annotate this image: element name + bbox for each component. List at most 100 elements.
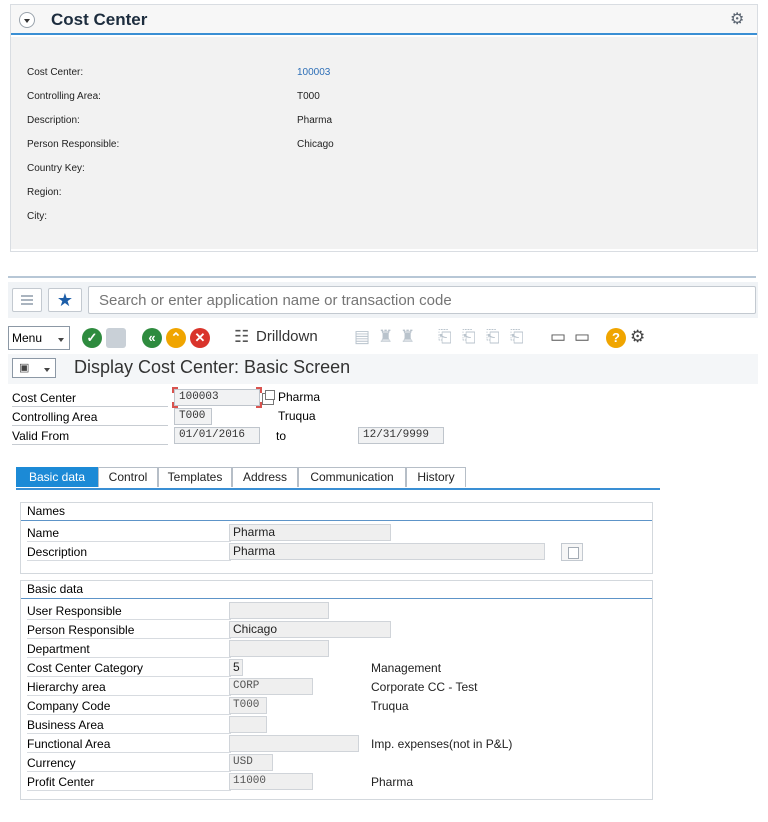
view-selector-button[interactable]: ▣	[12, 358, 56, 378]
tab-communication[interactable]: Communication	[298, 467, 406, 487]
group-divider	[21, 520, 652, 521]
functional-area-field[interactable]	[229, 735, 359, 752]
check-icon[interactable]: ✓	[82, 328, 102, 348]
last-page-icon[interactable]: ⎗	[510, 326, 524, 348]
card-header: Cost Center ⚙	[11, 5, 757, 35]
next-page-icon[interactable]: ⎗	[486, 326, 500, 348]
find-icon[interactable]: ♜	[378, 326, 393, 348]
hierarchy-area-field[interactable]: CORP	[229, 678, 313, 695]
company-code-desc: Truqua	[371, 699, 409, 713]
tab-underline	[16, 488, 660, 490]
title-row: ▣ Display Cost Center: Basic Screen	[8, 354, 758, 384]
label-cost-center-category: Cost Center Category	[27, 659, 231, 677]
focus-corner-tl	[172, 387, 178, 393]
controlling-area-field[interactable]: T000	[174, 408, 212, 425]
card-value-controlling-area: T000	[297, 91, 320, 102]
document-icon[interactable]	[561, 543, 583, 561]
menu-list-button[interactable]	[12, 288, 42, 312]
menu-button[interactable]: Menu	[8, 326, 70, 350]
description-field[interactable]: Pharma	[229, 543, 545, 560]
view-icon: ▣	[19, 362, 30, 374]
list-icon	[21, 295, 33, 297]
search-bar: ★	[8, 282, 758, 318]
hierarchy-area-desc: Corporate CC - Test	[371, 680, 478, 694]
card-title: Cost Center	[51, 10, 148, 29]
names-group: Names Name Pharma Description Pharma	[20, 502, 653, 574]
card-value-cost-center[interactable]: 100003	[297, 67, 330, 78]
toolbar: Menu ✓ « ⌃ ✕ ☷ Drilldown ▤ ♜ ♜ ⎗ ⎗ ⎗ ⎗ ▭…	[8, 322, 758, 354]
label-department: Department	[27, 640, 231, 658]
card-label-cost-center: Cost Center:	[27, 67, 84, 78]
group-divider	[21, 598, 652, 599]
tab-history[interactable]: History	[406, 467, 466, 487]
label-cost-center: Cost Center	[12, 390, 168, 407]
company-code-field[interactable]: T000	[229, 697, 267, 714]
collapse-toggle-icon[interactable]	[19, 12, 35, 28]
label-company-code: Company Code	[27, 697, 231, 715]
person-responsible-field[interactable]: Chicago	[229, 621, 391, 638]
label-person-responsible: Person Responsible	[27, 621, 231, 639]
cost-center-field[interactable]: 100003	[174, 389, 260, 406]
tab-address[interactable]: Address	[232, 467, 298, 487]
name-field[interactable]: Pharma	[229, 524, 391, 541]
card-body: Cost Center: 100003 Controlling Area: T0…	[11, 37, 757, 249]
previous-page-icon[interactable]: ⎗	[462, 326, 476, 348]
label-name: Name	[27, 524, 231, 542]
caret-down-icon	[58, 338, 64, 342]
print-icon[interactable]: ▤	[354, 326, 370, 348]
section-divider	[8, 276, 756, 278]
label-valid-from: Valid From	[12, 428, 168, 445]
valid-to-label: to	[276, 429, 287, 443]
copy-icon[interactable]	[262, 390, 275, 405]
tab-basic-data[interactable]: Basic data	[16, 467, 98, 487]
cost-center-category-desc: Management	[371, 661, 442, 675]
settings-gear-icon[interactable]: ⚙	[630, 326, 645, 348]
exit-icon[interactable]: ⌃	[166, 328, 186, 348]
page-title: Display Cost Center: Basic Screen	[74, 357, 351, 377]
form-area: Cost Center 100003 Pharma Controlling Ar…	[8, 384, 758, 822]
help-icon[interactable]: ?	[606, 328, 626, 348]
user-responsible-field[interactable]	[229, 602, 329, 619]
valid-from-field[interactable]: 01/01/2016	[174, 427, 260, 444]
department-field[interactable]	[229, 640, 329, 657]
profit-center-desc: Pharma	[371, 775, 414, 789]
cost-center-text: Pharma	[278, 390, 321, 404]
new-session-icon[interactable]: ▭	[550, 326, 566, 348]
card-value-description: Pharma	[297, 115, 333, 126]
drilldown-icon[interactable]: ☷	[234, 326, 249, 348]
cancel-icon[interactable]: ✕	[190, 328, 210, 348]
cost-center-category-field[interactable]: 5	[229, 659, 243, 676]
business-area-field[interactable]	[229, 716, 267, 733]
find-next-icon[interactable]: ♜	[400, 326, 415, 348]
menu-button-label: Menu	[12, 331, 43, 345]
names-group-title: Names	[27, 504, 66, 518]
card-label-description: Description:	[27, 115, 80, 126]
gear-icon[interactable]: ⚙	[730, 12, 745, 28]
search-input[interactable]	[88, 286, 756, 314]
label-profit-center: Profit Center	[27, 773, 231, 791]
label-hierarchy-area: Hierarchy area	[27, 678, 231, 696]
functional-area-desc: Imp. expenses(not in P&L)	[371, 737, 513, 751]
currency-field[interactable]: USD	[229, 754, 273, 771]
card-label-city: City:	[27, 211, 47, 222]
card-label-controlling-area: Controlling Area:	[27, 91, 101, 102]
back-icon[interactable]: «	[142, 328, 162, 348]
label-functional-area: Functional Area	[27, 735, 231, 753]
tab-control[interactable]: Control	[98, 467, 158, 487]
card-label-country-key: Country Key:	[27, 163, 85, 174]
shortcut-icon[interactable]: ▭	[574, 326, 590, 348]
profit-center-field[interactable]: 11000	[229, 773, 313, 790]
caret-down-icon	[44, 368, 50, 372]
drilldown-button[interactable]: Drilldown	[256, 328, 318, 345]
label-description: Description	[27, 543, 231, 561]
label-controlling-area: Controlling Area	[12, 409, 168, 426]
label-user-responsible: User Responsible	[27, 602, 231, 620]
tab-templates[interactable]: Templates	[158, 467, 232, 487]
label-currency: Currency	[27, 754, 231, 772]
favorites-star-icon[interactable]: ★	[48, 288, 82, 312]
basic-data-group: Basic data User Responsible Person Respo…	[20, 580, 653, 800]
first-page-icon[interactable]: ⎗	[438, 326, 452, 348]
label-business-area: Business Area	[27, 716, 231, 734]
save-icon[interactable]	[106, 328, 126, 348]
valid-to-field[interactable]: 12/31/9999	[358, 427, 444, 444]
